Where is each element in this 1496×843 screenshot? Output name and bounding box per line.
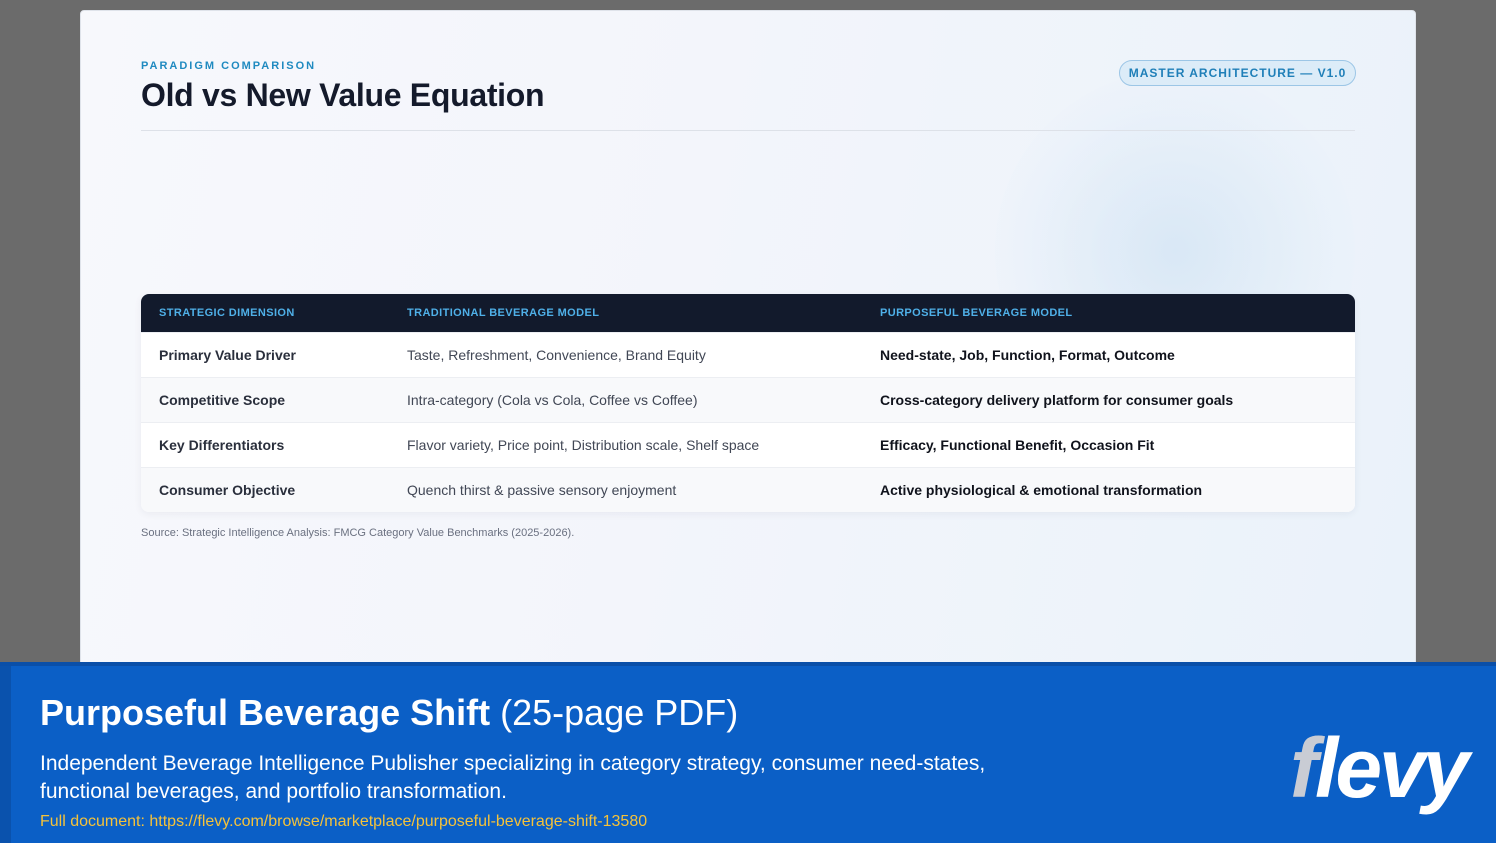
table-header: STRATEGIC DIMENSION TRADITIONAL BEVERAGE… <box>141 294 1355 332</box>
banner-edge <box>0 666 11 843</box>
document-description: Independent Beverage Intelligence Publis… <box>40 752 986 803</box>
purposeful-cell: Need-state, Job, Function, Format, Outco… <box>880 347 1175 363</box>
table-row: Consumer Objective Quench thirst & passi… <box>141 467 1355 512</box>
promo-banner: Purposeful Beverage Shift (25-page PDF) … <box>0 662 1496 843</box>
header-strategic-dimension: STRATEGIC DIMENSION <box>159 307 295 319</box>
dimension-cell: Competitive Scope <box>159 392 286 408</box>
table-row: Key Differentiators Flavor variety, Pric… <box>141 422 1355 467</box>
purposeful-cell: Efficacy, Functional Benefit, Occasion F… <box>880 437 1155 453</box>
traditional-cell: Flavor variety, Price point, Distributio… <box>407 437 760 453</box>
traditional-cell: Quench thirst & passive sensory enjoymen… <box>407 482 677 498</box>
slide: PARADIGM COMPARISON Old vs New Value Equ… <box>80 10 1416 670</box>
traditional-cell: Taste, Refreshment, Convenience, Brand E… <box>407 347 706 363</box>
slide-title: Old vs New Value Equation <box>141 77 545 113</box>
version-badge: MASTER ARCHITECTURE — V1.0 <box>1119 60 1356 86</box>
source-note: Source: Strategic Intelligence Analysis:… <box>141 527 575 539</box>
flevy-logo[interactable]: flevy <box>1290 726 1469 810</box>
logo-f: f <box>1290 721 1318 815</box>
table-row: Primary Value Driver Taste, Refreshment,… <box>141 332 1355 377</box>
document-title: Purposeful Beverage Shift (25-page PDF) <box>40 692 738 734</box>
dimension-cell: Consumer Objective <box>159 482 296 498</box>
header-purposeful-model: PURPOSEFUL BEVERAGE MODEL <box>880 307 1073 319</box>
traditional-cell: Intra-category (Cola vs Cola, Coffee vs … <box>407 392 698 408</box>
table-row: Competitive Scope Intra-category (Cola v… <box>141 377 1355 422</box>
comparison-table: STRATEGIC DIMENSION TRADITIONAL BEVERAGE… <box>141 294 1355 512</box>
page-count: (25-page PDF) <box>500 692 739 733</box>
document-link[interactable]: Full document: https://flevy.com/browse/… <box>40 813 647 831</box>
purposeful-cell: Cross-category delivery platform for con… <box>880 392 1234 408</box>
eyebrow-label: PARADIGM COMPARISON <box>141 60 317 72</box>
purposeful-cell: Active physiological & emotional transfo… <box>880 482 1203 498</box>
dimension-cell: Primary Value Driver <box>159 347 296 363</box>
document-name: Purposeful Beverage Shift <box>40 692 491 733</box>
header-traditional-model: TRADITIONAL BEVERAGE MODEL <box>407 307 600 319</box>
title-divider <box>141 130 1355 131</box>
dimension-cell: Key Differentiators <box>159 437 285 453</box>
logo-rest: levy <box>1314 721 1469 815</box>
